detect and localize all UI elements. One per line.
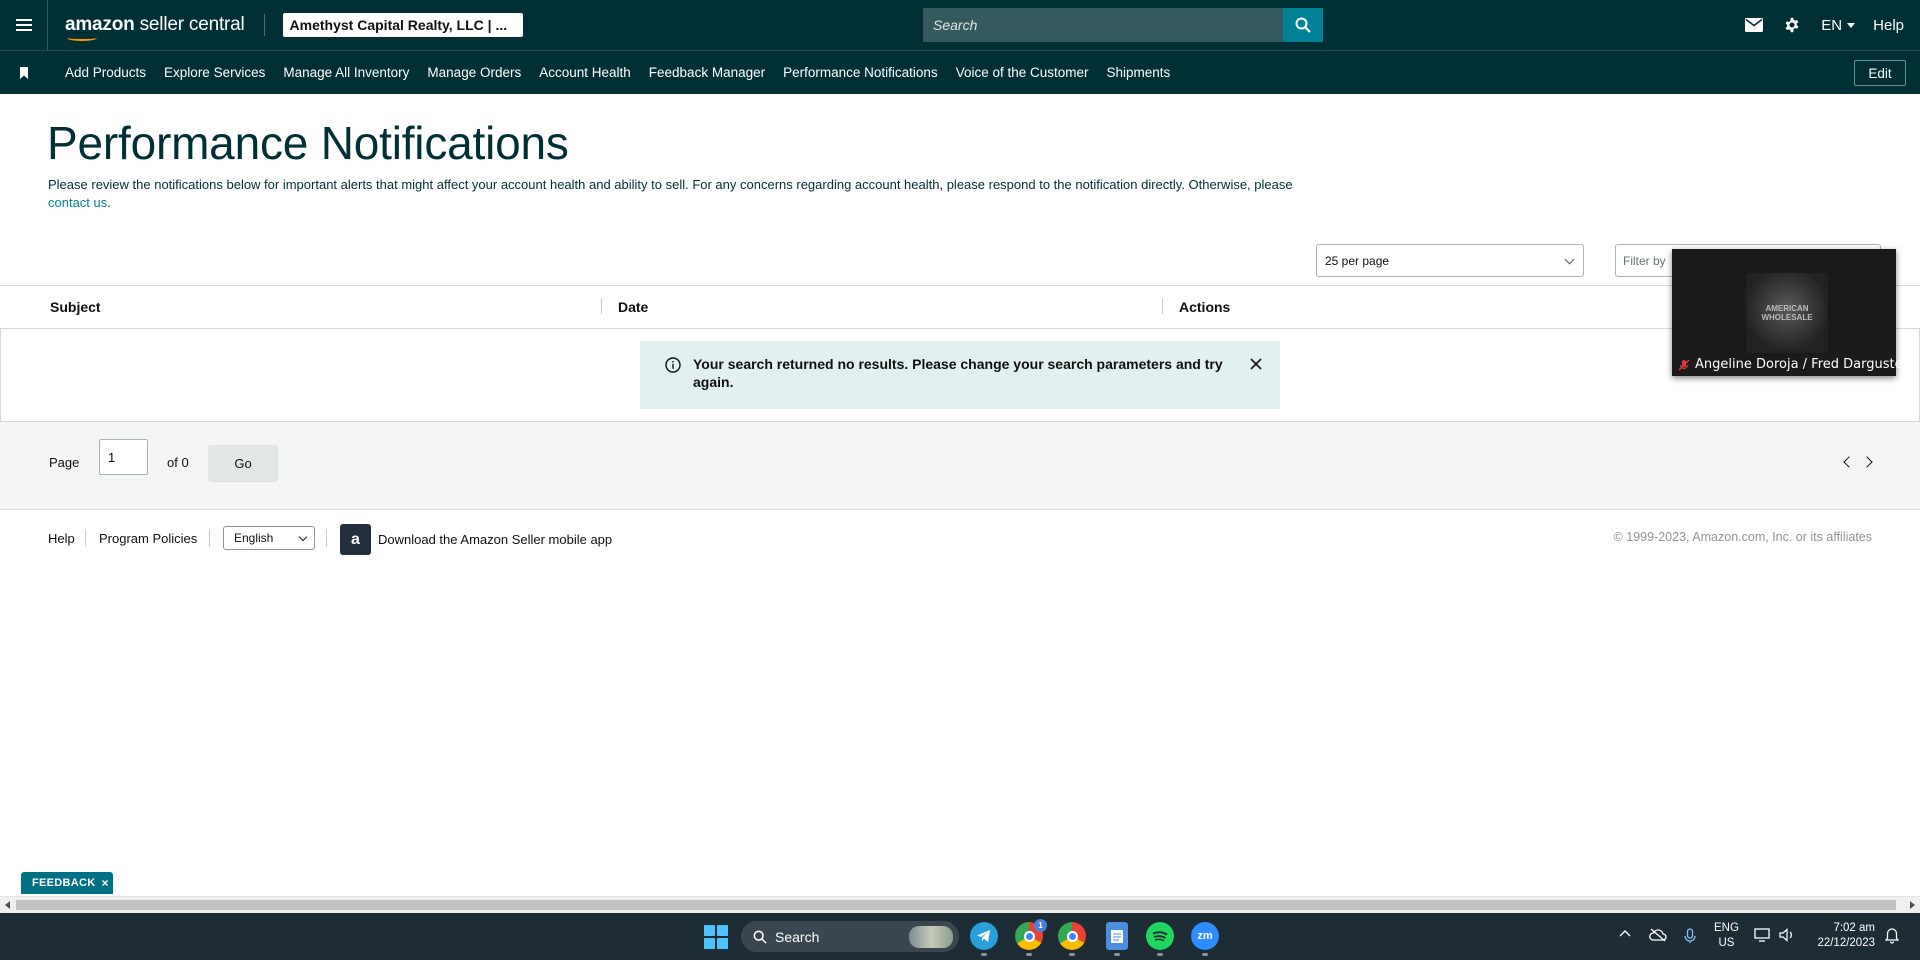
nav-voice-of-customer[interactable]: Voice of the Customer xyxy=(956,65,1089,80)
search-bar xyxy=(923,8,1323,42)
notepad-icon[interactable] xyxy=(1106,922,1128,950)
copyright: © 1999-2023, Amazon.com, Inc. or its aff… xyxy=(1613,530,1872,544)
app-running-indicator xyxy=(981,953,987,956)
footer-divider xyxy=(326,529,327,547)
app-running-indicator xyxy=(1069,953,1075,956)
system-clock[interactable]: 7:02 am 22/12/2023 xyxy=(1811,921,1875,951)
gear-icon[interactable] xyxy=(1783,16,1801,34)
telegram-icon[interactable] xyxy=(970,922,998,950)
footer-help-link[interactable]: Help xyxy=(48,531,75,546)
windows-taskbar: Search 1 zm ENG US 7:02 am 22/12/2023 xyxy=(0,913,1920,960)
nav-shipments[interactable]: Shipments xyxy=(1107,65,1171,80)
scroll-left-arrow[interactable] xyxy=(5,901,10,909)
no-results-alert: Your search returned no results. Please … xyxy=(640,341,1280,409)
feedback-tab[interactable]: FEEDBACK × xyxy=(21,872,113,894)
nav-manage-orders[interactable]: Manage Orders xyxy=(427,65,521,80)
column-divider xyxy=(601,298,602,314)
taskbar-search[interactable]: Search xyxy=(741,921,959,952)
seller-central-logo[interactable]: amazon seller central xyxy=(65,14,245,41)
volume-icon[interactable] xyxy=(1779,928,1795,942)
bookmark-icon[interactable] xyxy=(0,66,48,79)
help-link[interactable]: Help xyxy=(1873,17,1904,34)
footer-divider xyxy=(209,529,210,547)
notification-badge: 1 xyxy=(1034,919,1047,932)
page-title: Performance Notifications xyxy=(47,117,569,169)
search-highlight-image xyxy=(909,926,953,948)
input-language[interactable]: ENG US xyxy=(1714,921,1739,951)
column-subject[interactable]: Subject xyxy=(50,299,101,315)
column-divider xyxy=(1162,298,1163,314)
column-actions: Actions xyxy=(1179,299,1231,315)
network-icon[interactable] xyxy=(1754,928,1772,942)
search-icon xyxy=(1295,17,1311,33)
column-date[interactable]: Date xyxy=(618,299,648,315)
info-icon xyxy=(665,357,681,373)
nav-add-products[interactable]: Add Products xyxy=(65,65,146,80)
app-running-indicator xyxy=(1202,953,1208,956)
video-call-overlay[interactable]: AMERICAN WHOLESALE Angeline Doroja / Fre… xyxy=(1672,249,1903,376)
chevron-down-icon xyxy=(1847,22,1856,28)
nav-manage-inventory[interactable]: Manage All Inventory xyxy=(283,65,409,80)
pagination: Page of 0 Go xyxy=(0,422,1920,510)
menu-icon[interactable] xyxy=(0,0,48,50)
scroll-right-arrow[interactable] xyxy=(1910,901,1915,909)
horizontal-scrollbar[interactable] xyxy=(0,896,1920,913)
account-switcher[interactable]: Amethyst Capital Realty, LLC | ... xyxy=(282,13,523,37)
header-divider xyxy=(263,14,265,36)
page-count: of 0 xyxy=(167,455,189,470)
download-app-link[interactable]: a Download the Amazon Seller mobile app xyxy=(340,524,612,555)
microphone-icon[interactable] xyxy=(1684,928,1696,944)
participant-logo: AMERICAN WHOLESALE xyxy=(1746,273,1828,353)
top-header: amazon seller central Amethyst Capital R… xyxy=(0,0,1920,50)
app-running-indicator xyxy=(1114,953,1120,956)
chevron-down-icon xyxy=(1564,254,1575,265)
search-icon xyxy=(753,930,767,944)
windows-start-icon[interactable] xyxy=(704,925,728,949)
page-intro: Please review the notifications below fo… xyxy=(48,177,1293,210)
footer-language-select[interactable]: English xyxy=(223,526,315,550)
nav-feedback-manager[interactable]: Feedback Manager xyxy=(649,65,765,80)
scrollbar-thumb[interactable] xyxy=(16,900,1896,910)
close-icon[interactable] xyxy=(1250,357,1262,375)
nav-account-health[interactable]: Account Health xyxy=(539,65,631,80)
chrome-icon[interactable]: 1 xyxy=(1015,919,1047,950)
chevron-left-icon[interactable] xyxy=(1843,456,1855,468)
nav-bar: Add Products Explore Services Manage All… xyxy=(0,50,1920,94)
mail-icon[interactable] xyxy=(1745,18,1764,32)
chevron-up-icon[interactable] xyxy=(1619,928,1631,940)
amazon-app-icon: a xyxy=(340,524,371,555)
nav-performance-notifications[interactable]: Performance Notifications xyxy=(783,65,938,80)
chrome-profile-icon[interactable] xyxy=(1058,922,1086,950)
search-button[interactable] xyxy=(1283,8,1323,42)
program-policies-link[interactable]: Program Policies xyxy=(99,531,197,546)
zoom-icon[interactable]: zm xyxy=(1191,922,1219,950)
mic-off-icon xyxy=(1678,359,1690,370)
nav-explore-services[interactable]: Explore Services xyxy=(164,65,265,80)
close-icon[interactable]: × xyxy=(102,876,109,890)
go-button[interactable]: Go xyxy=(208,445,278,481)
alert-message: Your search returned no results. Please … xyxy=(693,356,1223,390)
footer: Help Program Policies English a Download… xyxy=(0,520,1920,560)
cloud-off-icon[interactable] xyxy=(1649,928,1667,942)
chevron-right-icon[interactable] xyxy=(1861,456,1873,468)
notification-icon[interactable] xyxy=(1885,928,1899,944)
chevron-down-icon xyxy=(298,532,308,542)
contact-us-link[interactable]: contact us xyxy=(48,195,107,210)
footer-divider xyxy=(85,529,86,547)
edit-nav-button[interactable]: Edit xyxy=(1854,60,1906,86)
table-header: Subject Date Actions xyxy=(0,285,1920,329)
app-running-indicator xyxy=(1026,953,1032,956)
app-running-indicator xyxy=(1157,953,1163,956)
language-selector[interactable]: EN xyxy=(1821,17,1856,34)
page-number-input[interactable] xyxy=(99,439,148,475)
search-input[interactable] xyxy=(923,8,1283,42)
participant-name: Angeline Doroja / Fred Darguste xyxy=(1678,357,1903,372)
spotify-icon[interactable] xyxy=(1146,922,1174,950)
page-label: Page xyxy=(49,455,80,470)
per-page-select[interactable]: 25 per page xyxy=(1316,244,1584,277)
